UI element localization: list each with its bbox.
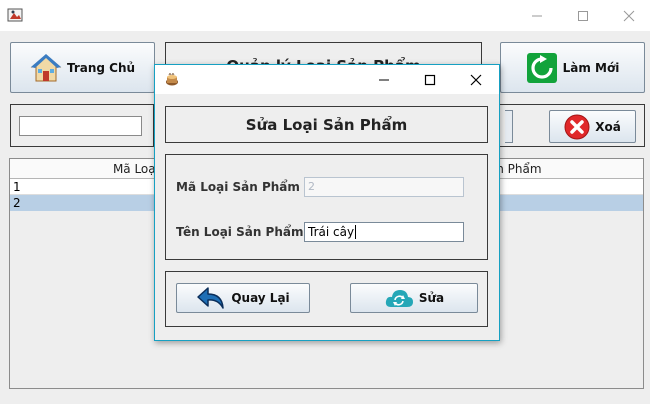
home-button[interactable]: Trang Chủ <box>10 42 155 93</box>
edit-dialog: Sửa Loại Sản Phẩm Mã Loại Sản Phẩm 2 Tên… <box>154 64 500 341</box>
dialog-close-button[interactable] <box>453 65 499 94</box>
maximize-button[interactable] <box>560 0 606 31</box>
name-label: Tên Loại Sản Phẩm <box>176 225 304 239</box>
sync-cloud-icon <box>384 287 414 309</box>
maximize-icon <box>578 10 588 21</box>
edit-button[interactable]: Sửa <box>350 283 478 313</box>
hidden-button-edge[interactable] <box>505 110 513 143</box>
house-icon <box>30 52 62 84</box>
table-cell: 1 <box>13 180 21 194</box>
coffee-cup-icon <box>164 71 180 90</box>
dialog-titlebar <box>155 65 499 94</box>
home-label: Trang Chủ <box>66 60 136 75</box>
search-input[interactable] <box>19 116 142 136</box>
close-button[interactable] <box>606 0 650 31</box>
delete-button[interactable]: Xoá <box>549 110 636 143</box>
refresh-button[interactable]: Làm Mới <box>500 42 645 93</box>
dialog-minimize-button[interactable] <box>361 65 407 94</box>
dialog-title: Sửa Loại Sản Phẩm <box>245 115 408 134</box>
back-arrow-icon <box>196 286 226 310</box>
text-cursor <box>355 225 357 239</box>
search-panel <box>10 104 154 147</box>
refresh-arrow-icon <box>526 52 558 84</box>
form-panel: Mã Loại Sản Phẩm 2 Tên Loại Sản Phẩm Trá… <box>165 154 488 260</box>
refresh-label: Làm Mới <box>562 60 620 75</box>
name-field-value: Trái cây <box>308 225 355 239</box>
minimize-button[interactable] <box>514 0 560 31</box>
back-label: Quay Lại <box>231 291 290 305</box>
delete-panel: Xoá <box>490 104 645 147</box>
dialog-title-panel: Sửa Loại Sản Phẩm <box>165 106 488 143</box>
red-x-icon <box>564 114 590 140</box>
action-panel: Quay Lại Sửa <box>165 271 488 327</box>
code-field: 2 <box>304 177 464 197</box>
maximize-icon <box>424 74 436 85</box>
code-field-value: 2 <box>308 180 315 193</box>
close-icon <box>470 74 482 85</box>
code-label: Mã Loại Sản Phẩm <box>176 180 300 194</box>
table-cell: 2 <box>13 196 21 210</box>
minimize-icon <box>532 15 542 16</box>
minimize-icon <box>379 79 389 80</box>
edit-label: Sửa <box>418 291 445 305</box>
name-field[interactable]: Trái cây <box>304 222 464 242</box>
main-titlebar <box>0 0 650 31</box>
close-icon <box>623 10 635 21</box>
dialog-maximize-button[interactable] <box>407 65 453 94</box>
back-button[interactable]: Quay Lại <box>176 283 310 313</box>
java-app-icon <box>7 7 23 23</box>
delete-label: Xoá <box>595 119 621 134</box>
